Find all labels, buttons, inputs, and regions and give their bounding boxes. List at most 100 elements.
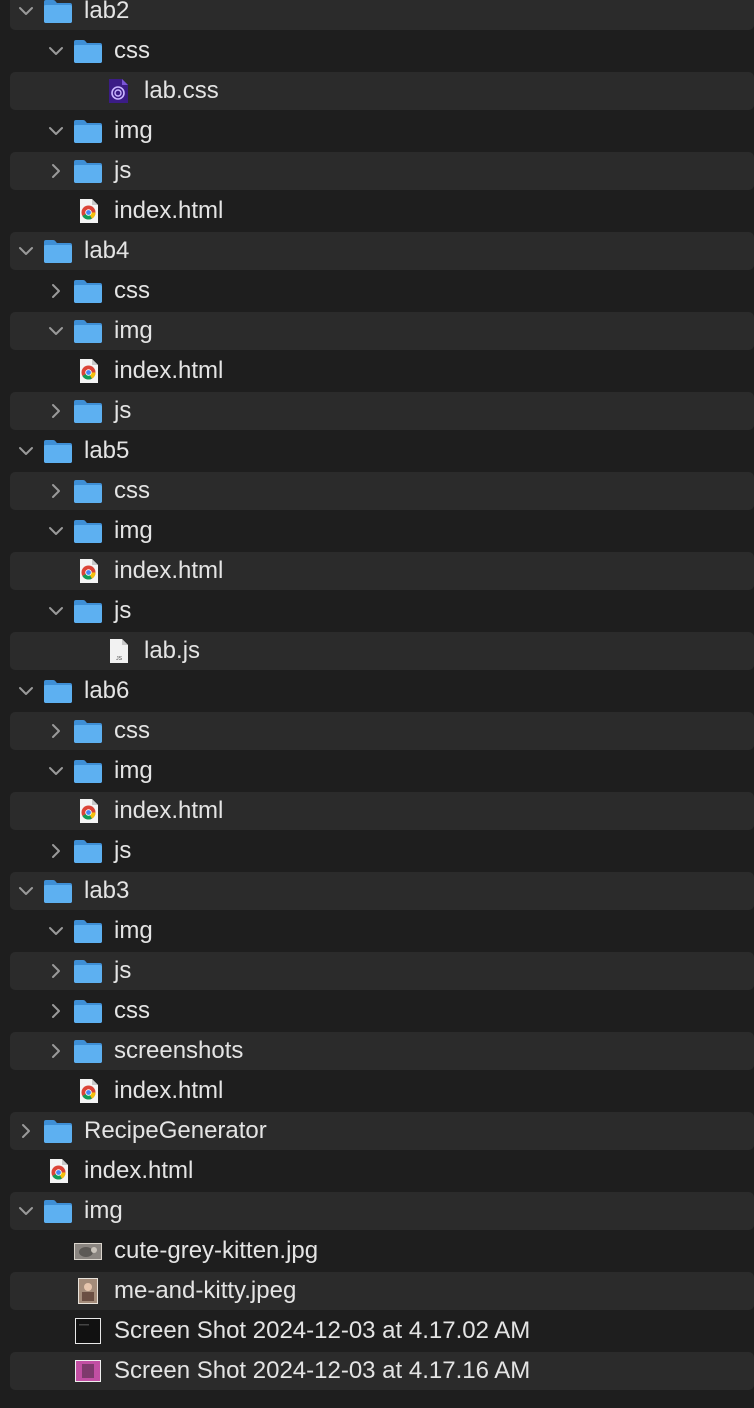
folder-icon <box>43 238 73 264</box>
chevron-right-icon[interactable] <box>48 163 64 179</box>
chevron-down-icon[interactable] <box>48 763 64 779</box>
folder-css-row[interactable]: css <box>0 991 754 1031</box>
file-lab-js-row[interactable]: JS lab.js <box>0 631 754 671</box>
folder-icon <box>73 718 103 744</box>
file-lab-css-row[interactable]: lab.css <box>0 71 754 111</box>
file-index-html-row[interactable]: index.html <box>0 551 754 591</box>
folder-icon <box>73 998 103 1024</box>
folder-icon <box>73 918 103 944</box>
file-me-and-kitty-jpeg-row[interactable]: me-and-kitty.jpeg <box>0 1271 754 1311</box>
file-cute-grey-kitten-jpg-row[interactable]: cute-grey-kitten.jpg <box>0 1231 754 1271</box>
chevron-down-icon[interactable] <box>48 603 64 619</box>
row-label: css <box>114 277 150 304</box>
folder-lab6-row[interactable]: lab6 <box>0 671 754 711</box>
row-label: img <box>114 517 153 544</box>
chevron-right-icon[interactable] <box>48 723 64 739</box>
row-label: lab.css <box>144 77 219 104</box>
row-label: lab2 <box>84 0 130 24</box>
chevron-right-icon[interactable] <box>48 283 64 299</box>
chevron-down-icon[interactable] <box>18 1203 34 1219</box>
chevron-down-icon[interactable] <box>48 123 64 139</box>
folder-img-row[interactable]: img <box>0 311 754 351</box>
folder-lab3-row[interactable]: lab3 <box>0 871 754 911</box>
chevron-down-icon[interactable] <box>18 683 34 699</box>
chevron-down-icon[interactable] <box>18 883 34 899</box>
chevron-down-icon[interactable] <box>18 443 34 459</box>
chrome-html-icon <box>73 358 103 384</box>
folder-img-row[interactable]: img <box>0 111 754 151</box>
folder-icon <box>73 1038 103 1064</box>
file-index-html-row[interactable]: index.html <box>0 1151 754 1191</box>
chevron-right-icon[interactable] <box>48 843 64 859</box>
folder-img-row[interactable]: img <box>0 911 754 951</box>
file-list: lab2 css lab.css img js index.html lab4 … <box>0 0 754 1391</box>
file-index-html-row[interactable]: index.html <box>0 1071 754 1111</box>
chevron-right-icon[interactable] <box>48 403 64 419</box>
chevron-right-icon[interactable] <box>48 1003 64 1019</box>
folder-icon <box>43 1118 73 1144</box>
row-label: index.html <box>114 557 224 584</box>
row-label: me-and-kitty.jpeg <box>114 1277 297 1304</box>
row-label: css <box>114 37 150 64</box>
folder-icon <box>73 598 103 624</box>
folder-js-row[interactable]: js <box>0 151 754 191</box>
folder-img-row[interactable]: img <box>0 511 754 551</box>
row-label: css <box>114 997 150 1024</box>
portrait-thumbnail-icon <box>73 1278 103 1304</box>
row-label: lab.js <box>144 637 201 664</box>
folder-js-row[interactable]: js <box>0 951 754 991</box>
folder-js-row[interactable]: js <box>0 391 754 431</box>
folder-icon <box>73 758 103 784</box>
chevron-down-icon[interactable] <box>48 523 64 539</box>
chrome-html-icon <box>73 1078 103 1104</box>
folder-css-row[interactable]: css <box>0 271 754 311</box>
row-label: img <box>114 117 153 144</box>
row-label: Screen Shot 2024-12-03 at 4.17.16 AM <box>114 1357 531 1384</box>
folder-icon <box>73 318 103 344</box>
row-label: lab5 <box>84 437 130 464</box>
row-label: RecipeGenerator <box>84 1117 267 1144</box>
chevron-right-icon[interactable] <box>18 1123 34 1139</box>
file-screen-shot-2024-12-03-at-4-17-02-am-row[interactable]: Screen Shot 2024-12-03 at 4.17.02 AM <box>0 1311 754 1351</box>
chevron-down-icon[interactable] <box>48 43 64 59</box>
folder-css-row[interactable]: css <box>0 711 754 751</box>
folder-js-row[interactable]: js <box>0 831 754 871</box>
file-index-html-row[interactable]: index.html <box>0 351 754 391</box>
chevron-down-icon[interactable] <box>48 923 64 939</box>
chevron-down-icon[interactable] <box>48 323 64 339</box>
folder-icon <box>73 158 103 184</box>
folder-js-row[interactable]: js <box>0 591 754 631</box>
folder-lab2-row[interactable]: lab2 <box>0 0 754 31</box>
chevron-right-icon[interactable] <box>48 963 64 979</box>
chevron-right-icon[interactable] <box>48 1043 64 1059</box>
folder-recipegenerator-row[interactable]: RecipeGenerator <box>0 1111 754 1151</box>
folder-css-row[interactable]: css <box>0 31 754 71</box>
row-label: js <box>114 837 132 864</box>
chrome-html-icon <box>73 198 103 224</box>
chrome-html-icon <box>73 798 103 824</box>
file-index-html-row[interactable]: index.html <box>0 191 754 231</box>
row-label: lab4 <box>84 237 130 264</box>
folder-img-row[interactable]: img <box>0 751 754 791</box>
row-label: Screen Shot 2024-12-03 at 4.17.02 AM <box>114 1317 531 1344</box>
folder-css-row[interactable]: css <box>0 471 754 511</box>
folder-screenshots-row[interactable]: screenshots <box>0 1031 754 1071</box>
kitten-thumbnail-icon <box>73 1238 103 1264</box>
folder-lab5-row[interactable]: lab5 <box>0 431 754 471</box>
svg-text:JS: JS <box>116 656 123 662</box>
row-label: index.html <box>114 1077 224 1104</box>
file-screen-shot-2024-12-03-at-4-17-16-am-row[interactable]: Screen Shot 2024-12-03 at 4.17.16 AM <box>0 1351 754 1391</box>
pink-screenshot-icon <box>73 1358 103 1384</box>
chevron-right-icon[interactable] <box>48 483 64 499</box>
folder-img-row[interactable]: img <box>0 1191 754 1231</box>
row-label: js <box>114 597 132 624</box>
chevron-down-icon[interactable] <box>18 243 34 259</box>
file-index-html-row[interactable]: index.html <box>0 791 754 831</box>
chevron-down-icon[interactable] <box>18 3 34 19</box>
folder-lab4-row[interactable]: lab4 <box>0 231 754 271</box>
folder-icon <box>43 678 73 704</box>
row-label: img <box>114 317 153 344</box>
row-label: js <box>114 957 132 984</box>
folder-icon <box>73 518 103 544</box>
folder-icon <box>43 438 73 464</box>
